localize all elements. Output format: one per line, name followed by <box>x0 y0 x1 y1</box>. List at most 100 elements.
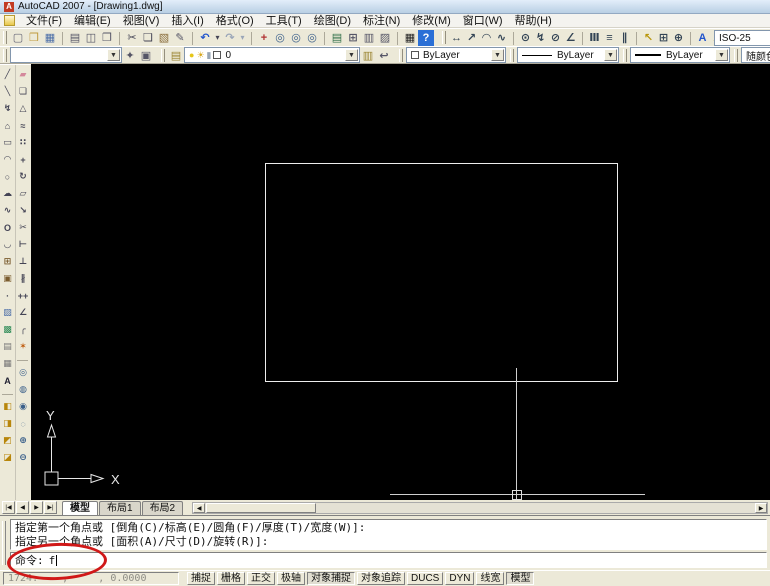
undo-button[interactable]: ↶ <box>192 30 213 46</box>
window-menu[interactable]: 窗口(W) <box>457 14 509 28</box>
linetype-dropdown[interactable]: ByLayer ▼ <box>517 47 619 63</box>
open-file-button[interactable]: ❒ <box>26 30 42 46</box>
copy-object-button[interactable]: ❏ <box>16 84 30 99</box>
polar-toggle[interactable]: 极轴 <box>277 572 305 585</box>
dim-style-dropdown[interactable]: ISO-25 ▼ <box>714 30 770 46</box>
region-button[interactable]: ▤ <box>1 339 15 354</box>
chevron-down-icon[interactable]: ▼ <box>491 49 504 61</box>
layout2-tab[interactable]: 布局2 <box>141 501 184 515</box>
center-mark-button[interactable]: ⊕ <box>671 30 686 46</box>
quick-dimension-button[interactable]: Ⅲ <box>582 30 602 46</box>
otrack-toggle[interactable]: 对象追踪 <box>357 572 405 585</box>
multiline-text-button[interactable]: A <box>1 373 15 388</box>
toolbar-grip[interactable] <box>399 48 403 62</box>
chamfer-button[interactable]: ∠ <box>16 305 30 320</box>
toolbar-grip[interactable] <box>161 48 165 62</box>
toolbar-grip[interactable] <box>734 48 738 62</box>
layer-properties-manager-button[interactable]: ▤ <box>168 47 184 63</box>
zoom-in-button[interactable]: ⊕ <box>16 433 30 448</box>
bring-to-front-button[interactable]: ◧ <box>1 394 15 414</box>
mirror-button[interactable]: △ <box>16 101 30 116</box>
break-at-point-button[interactable]: ⊥ <box>16 254 30 269</box>
edit-menu[interactable]: 编辑(E) <box>68 14 117 28</box>
rectangle-button[interactable]: ▭ <box>1 135 15 150</box>
publish-button[interactable]: ❐ <box>99 30 115 46</box>
explode-button[interactable]: ✶ <box>16 339 30 354</box>
dim-arc-length-button[interactable]: ◠ <box>479 30 494 46</box>
ellipse-arc-button[interactable]: ◡ <box>1 237 15 252</box>
toolbar-grip[interactable] <box>510 48 514 62</box>
ortho-toggle[interactable]: 正交 <box>247 572 275 585</box>
polyline-button[interactable]: ↯ <box>1 101 15 116</box>
ducs-toggle[interactable]: DUCS <box>407 572 444 585</box>
paste-button[interactable]: ▧ <box>156 30 172 46</box>
zoom-center-button[interactable]: ◌ <box>16 416 30 431</box>
extend-button[interactable]: ⊢ <box>16 237 30 252</box>
insert-block-button[interactable]: ⊞ <box>1 254 15 269</box>
undo-list-button[interactable]: ▾ <box>213 30 222 46</box>
drawn-rectangle[interactable] <box>265 163 618 382</box>
plot-style-dropdown[interactable]: 随颜色 ▼ <box>741 47 770 63</box>
command-input[interactable]: 命令: f <box>10 552 767 568</box>
fillet-button[interactable]: ╭ <box>16 322 30 337</box>
arc-button[interactable]: ◠ <box>1 152 15 167</box>
calculator-button[interactable]: ▦ <box>397 30 418 46</box>
dimension-menu[interactable]: 标注(N) <box>357 14 406 28</box>
lineweight-dropdown[interactable]: ByLayer ▼ <box>630 47 730 63</box>
help-button[interactable]: ? <box>418 29 434 46</box>
copy-clip-button[interactable]: ❏ <box>140 30 156 46</box>
horizontal-scrollbar[interactable]: ◀ ▶ <box>192 502 768 514</box>
cut-button[interactable]: ✂ <box>119 30 140 46</box>
modify-menu[interactable]: 修改(M) <box>406 14 457 28</box>
last-tab-button[interactable]: ▶| <box>44 501 57 514</box>
sheet-set-manager-button[interactable]: ▨ <box>377 30 393 46</box>
zoom-window-button[interactable]: ◎ <box>288 30 304 46</box>
next-tab-button[interactable]: ▶ <box>30 501 43 514</box>
save-button[interactable]: ▦ <box>42 30 58 46</box>
first-tab-button[interactable]: |◀ <box>2 501 15 514</box>
model-tab[interactable]: 模型 <box>62 501 98 515</box>
construction-line-button[interactable]: ╲ <box>1 84 15 99</box>
revision-cloud-button[interactable]: ☁ <box>1 186 15 201</box>
tool-palettes-button[interactable]: ▥ <box>361 30 377 46</box>
osnap-toggle[interactable]: 对象捕捉 <box>307 572 355 585</box>
move-button[interactable]: + <box>16 152 30 167</box>
dim-continue-button[interactable]: ∥ <box>617 30 632 46</box>
zoom-scale-button[interactable]: ◉ <box>16 399 30 414</box>
new-file-button[interactable]: ▢ <box>10 30 26 46</box>
toolbar-grip[interactable] <box>623 48 627 62</box>
polygon-button[interactable]: ⌂ <box>1 118 15 133</box>
layer-dropdown[interactable]: ● ☀ ▮ 0 ▼ <box>184 47 360 63</box>
make-block-button[interactable]: ▣ <box>1 271 15 286</box>
draw-menu[interactable]: 绘图(D) <box>308 14 357 28</box>
pan-realtime-button[interactable]: + <box>251 30 272 46</box>
join-button[interactable]: ++ <box>16 288 30 303</box>
grid-toggle[interactable]: 栅格 <box>217 572 245 585</box>
send-to-back-button[interactable]: ◨ <box>1 416 15 431</box>
dim-jogged-radius-button[interactable]: ↯ <box>533 30 548 46</box>
zoom-window-button[interactable]: ◎ <box>16 360 30 380</box>
lineweight-toggle[interactable]: 线宽 <box>476 572 505 585</box>
match-properties-button[interactable]: ✎ <box>172 30 188 46</box>
toolbar-grip[interactable] <box>3 31 7 44</box>
spline-button[interactable]: ∿ <box>1 203 15 218</box>
scale-button[interactable]: ▱ <box>16 186 30 201</box>
chevron-down-icon[interactable]: ▼ <box>345 49 358 61</box>
dyn-toggle[interactable]: DYN <box>445 572 475 585</box>
chevron-down-icon[interactable]: ▼ <box>604 49 617 61</box>
tools-menu[interactable]: 工具(T) <box>260 14 308 28</box>
zoom-out-button[interactable]: ⊖ <box>16 450 30 465</box>
command-window-grip[interactable] <box>2 521 6 565</box>
plot-preview-button[interactable]: ◫ <box>83 30 99 46</box>
help-menu[interactable]: 帮助(H) <box>509 14 558 28</box>
zoom-dynamic-button[interactable]: ◍ <box>16 382 30 397</box>
format-menu[interactable]: 格式(O) <box>210 14 260 28</box>
hatch-button[interactable]: ▨ <box>1 305 15 320</box>
bring-above-objects-button[interactable]: ◩ <box>1 433 15 448</box>
offset-button[interactable]: ≈ <box>16 118 30 133</box>
layout1-tab[interactable]: 布局1 <box>99 501 141 515</box>
dim-edit-button[interactable]: A <box>690 30 710 46</box>
dim-baseline-button[interactable]: ≡ <box>602 30 617 46</box>
break-button[interactable]: ∦ <box>16 271 30 286</box>
file-menu[interactable]: 文件(F) <box>20 14 68 28</box>
